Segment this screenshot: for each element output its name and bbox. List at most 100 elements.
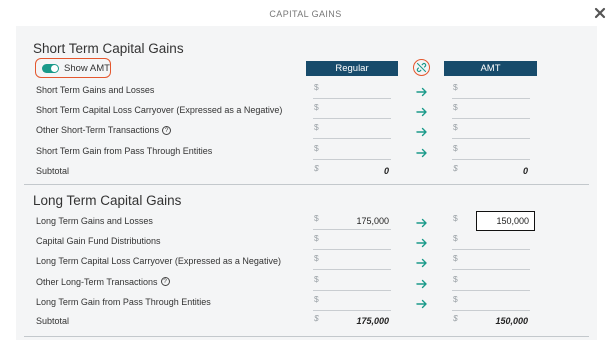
amt-subtotal-value: 150,000 (495, 316, 528, 326)
arrow-right-icon[interactable] (416, 145, 428, 157)
row-label: Short Term Gain from Pass Through Entiti… (36, 146, 212, 156)
dollar-icon: $ (314, 233, 319, 244)
regular-input[interactable]: $ (313, 142, 391, 160)
row-label: Long Term Gain from Pass Through Entitie… (36, 297, 211, 307)
table-row: Short Term Gains and Losses $ $ (16, 81, 597, 99)
amt-input[interactable]: $150,000 (476, 211, 535, 231)
subtotal-row: Subtotal $0 $0 (16, 162, 597, 180)
amt-column-header: AMT (444, 61, 537, 76)
table-row: Capital Gain Fund Distributions $ $ (16, 232, 597, 251)
arrow-right-icon[interactable] (416, 84, 428, 97)
dollar-icon: $ (314, 273, 319, 284)
arrow-right-icon[interactable] (416, 296, 428, 308)
row-label: Other Short-Term Transactions? (36, 125, 172, 136)
help-icon[interactable]: ? (162, 125, 172, 135)
dollar-icon: $ (453, 163, 458, 173)
regular-input[interactable]: $175,000 (313, 212, 391, 230)
modal-title: CAPITAL GAINS (269, 9, 342, 19)
row-label-text: Short Term Capital Loss Carryover (Expre… (36, 105, 283, 116)
close-button[interactable] (593, 6, 607, 20)
subtotal-label: Subtotal (36, 316, 70, 326)
amt-input[interactable]: $ (452, 121, 530, 140)
show-amt-label: Show AMT (64, 62, 110, 74)
show-amt-toggle[interactable]: Show AMT (35, 58, 111, 78)
dollar-icon: $ (453, 313, 458, 323)
arrow-right-icon[interactable] (416, 215, 428, 228)
amt-input[interactable]: $ (452, 273, 530, 291)
row-label-text: Other Long-Term Transactions (36, 276, 158, 287)
regular-input[interactable]: $ (313, 252, 391, 271)
arrow-right-icon[interactable] (416, 255, 428, 268)
dollar-icon: $ (314, 102, 319, 113)
dollar-icon: $ (453, 253, 458, 264)
toggle-switch[interactable] (42, 63, 59, 73)
broken-link-icon (416, 62, 427, 73)
amt-input[interactable]: $ (452, 101, 530, 120)
table-row: Long Term Gain from Pass Through Entitie… (16, 293, 597, 311)
dollar-icon: $ (453, 102, 458, 113)
row-label-text: Short Term Gains and Losses (36, 85, 155, 95)
regular-input[interactable]: $ (313, 81, 391, 99)
row-label-text: Capital Gain Fund Distributions (36, 236, 161, 247)
table-row: Short Term Capital Loss Carryover (Expre… (16, 101, 597, 120)
regular-input[interactable]: $ (313, 273, 391, 291)
regular-column-header: Regular (306, 61, 398, 76)
amt-input[interactable]: $ (452, 81, 530, 99)
regular-subtotal-value: 0 (383, 166, 389, 176)
amt-subtotal-value: 0 (522, 166, 528, 176)
regular-subtotal-value: 175,000 (356, 316, 389, 326)
table-row: Long Term Gains and Losses$175,000$150,0… (16, 211, 597, 231)
section-divider (24, 184, 589, 185)
dollar-icon: $ (453, 142, 458, 153)
dollar-icon: $ (314, 293, 319, 304)
table-row: Other Long-Term Transactions? $ $ (16, 273, 597, 291)
row-label: Capital Gain Fund Distributions (36, 236, 161, 246)
row-label: Short Term Gains and Losses (36, 85, 154, 95)
regular-input[interactable]: $ (313, 101, 391, 120)
row-label: Long Term Gains and Losses (36, 216, 153, 226)
close-icon[interactable] (593, 6, 607, 20)
regular-input[interactable]: $ (313, 293, 391, 311)
subtotal-label: Subtotal (36, 166, 70, 176)
table-row: Other Short-Term Transactions? $ $ (16, 121, 597, 140)
row-label: Long Term Capital Loss Carryover (Expres… (36, 256, 281, 266)
regular-subtotal: $0 (313, 162, 391, 180)
row-label: Short Term Capital Loss Carryover (Expre… (36, 105, 282, 115)
dollar-icon: $ (453, 82, 458, 92)
subtotal-row: Subtotal $175,000 $150,000 (16, 312, 597, 330)
dollar-icon: $ (453, 273, 458, 284)
short-term-title: Short Term Capital Gains (33, 41, 184, 56)
row-label-text: Long Term Gains and Losses (36, 216, 153, 226)
arrow-right-icon[interactable] (416, 276, 428, 288)
regular-input[interactable]: $ (313, 232, 391, 251)
amt-input[interactable]: $ (452, 293, 530, 311)
row-label-text: Long Term Gain from Pass Through Entitie… (36, 296, 211, 307)
table-row: Short Term Gain from Pass Through Entiti… (16, 142, 597, 160)
row-label-text: Other Short-Term Transactions (36, 125, 160, 136)
regular-subtotal: $175,000 (313, 312, 391, 330)
dollar-icon: $ (314, 82, 319, 92)
dollar-icon: $ (453, 213, 458, 223)
dollar-icon: $ (453, 293, 458, 304)
link-columns-button[interactable] (413, 59, 430, 76)
row-label: Other Long-Term Transactions? (36, 277, 170, 287)
amt-subtotal: $150,000 (452, 312, 530, 330)
dollar-icon: $ (314, 253, 319, 264)
arrow-right-icon[interactable] (416, 104, 428, 117)
dollar-icon: $ (314, 313, 319, 323)
dollar-icon: $ (314, 163, 319, 173)
dollar-icon: $ (314, 122, 319, 133)
arrow-right-icon[interactable] (416, 124, 428, 137)
amt-input[interactable]: $ (452, 252, 530, 271)
arrow-right-icon[interactable] (416, 235, 428, 248)
amt-value: 150,000 (496, 216, 529, 226)
row-label-text: Long Term Capital Loss Carryover (Expres… (36, 256, 281, 267)
long-term-title: Long Term Capital Gains (33, 193, 182, 208)
dollar-icon: $ (453, 122, 458, 133)
regular-input[interactable]: $ (313, 121, 391, 140)
dollar-icon: $ (314, 213, 319, 223)
amt-input[interactable]: $ (452, 142, 530, 160)
regular-value: 175,000 (356, 216, 389, 226)
help-icon[interactable]: ? (160, 277, 170, 287)
amt-input[interactable]: $ (452, 232, 530, 251)
